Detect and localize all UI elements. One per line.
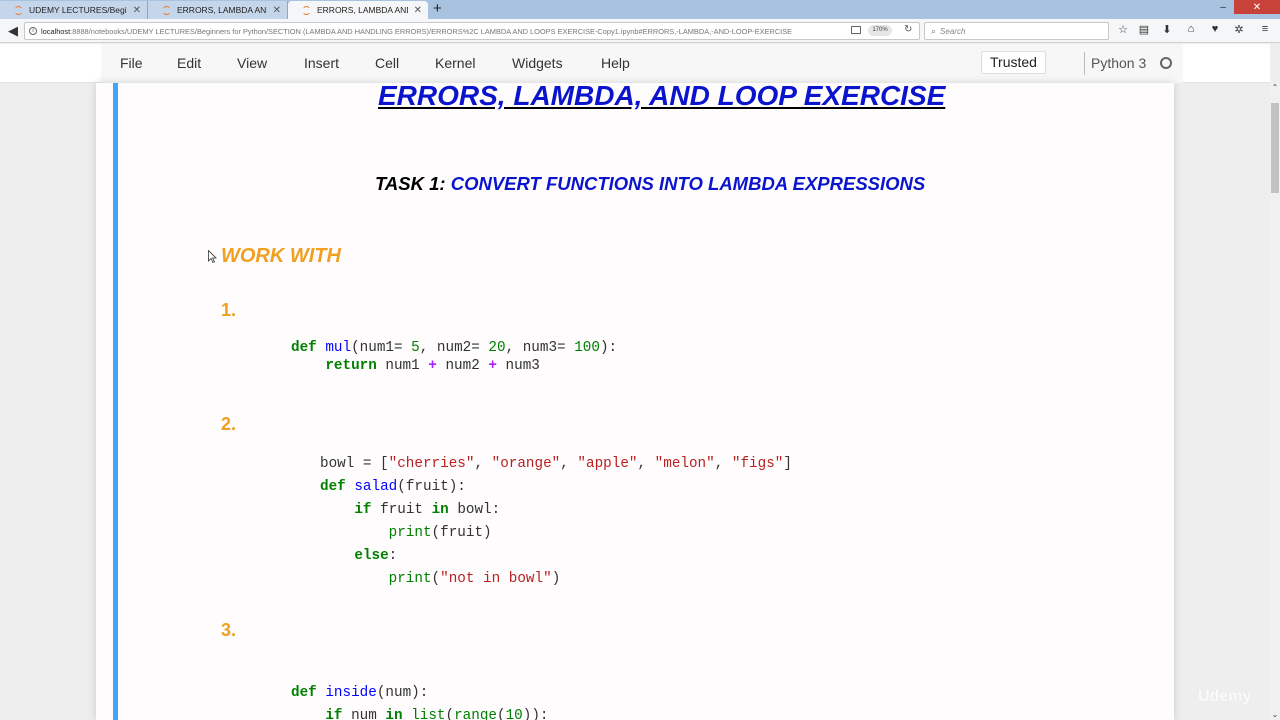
selected-cell-indicator: [113, 83, 118, 720]
code-block-1: def mul(num1= 5, num2= 20, num3= 100): r…: [291, 339, 617, 375]
trusted-indicator[interactable]: Trusted: [981, 51, 1046, 74]
extension-icon[interactable]: ✲: [1232, 23, 1246, 36]
work-with-heading: WORK WITH: [221, 245, 341, 267]
close-tab-icon[interactable]: ✕: [133, 5, 141, 16]
browser-tab[interactable]: UDEMY LECTURES/Beginner ✕: [0, 1, 148, 19]
code-line: def salad(fruit):: [320, 479, 466, 495]
browser-nav-bar: ◀ i localhost :8888/notebooks/UDEMY LECT…: [0, 19, 1280, 43]
zoom-level-badge[interactable]: 170%: [868, 25, 892, 36]
search-input[interactable]: ⌕ Search: [924, 22, 1109, 40]
menu-help[interactable]: Help: [601, 55, 630, 71]
code-block-3: def inside(num): if num in list(range(10…: [291, 682, 549, 720]
code-line: if fruit in bowl:: [354, 502, 501, 518]
tab-label: ERRORS, LAMBDA AND LOO: [177, 5, 267, 15]
new-tab-button[interactable]: +: [433, 1, 442, 17]
item-number-3: 3.: [221, 620, 237, 640]
page-scrollbar[interactable]: ⌃ ⌄: [1270, 83, 1280, 720]
code-block-2: bowl = ["cherries", "orange", "apple", "…: [320, 453, 792, 591]
menu-edit[interactable]: Edit: [177, 55, 201, 71]
clipboard-icon[interactable]: ▤: [1137, 23, 1151, 36]
url-path: :8888/notebooks/UDEMY LECTURES/Beginners…: [70, 26, 793, 36]
pocket-icon[interactable]: ♥: [1208, 23, 1222, 35]
code-line: else:: [354, 548, 398, 564]
task-label: TASK 1:: [375, 173, 446, 194]
home-icon[interactable]: ⌂: [1184, 23, 1198, 35]
reader-view-icon[interactable]: [851, 26, 861, 34]
menu-view[interactable]: View: [237, 55, 267, 71]
menu-cell[interactable]: Cell: [375, 55, 399, 71]
menu-widgets[interactable]: Widgets: [512, 55, 563, 71]
kernel-idle-icon: [1160, 57, 1172, 69]
scroll-up-arrow-icon[interactable]: ⌃: [1270, 83, 1280, 93]
minimize-button[interactable]: –: [1214, 0, 1232, 14]
task-heading: TASK 1: CONVERT FUNCTIONS INTO LAMBDA EX…: [375, 173, 925, 195]
item-number-1: 1.: [221, 300, 237, 320]
url-host: localhost: [41, 26, 71, 36]
code-line: def inside(num):: [291, 685, 429, 701]
jupyter-favicon-icon: [302, 5, 311, 15]
tab-label: UDEMY LECTURES/Beginner: [29, 5, 127, 15]
task-description: CONVERT FUNCTIONS INTO LAMBDA EXPRESSION…: [450, 173, 926, 194]
hamburger-menu-icon[interactable]: ≡: [1258, 23, 1272, 35]
code-line: bowl = ["cherries", "orange", "apple", "…: [320, 456, 792, 472]
kernel-name: Python 3: [1091, 55, 1147, 71]
info-icon[interactable]: i: [29, 27, 37, 35]
code-line: print("not in bowl"): [388, 571, 561, 587]
notebook-title: ERRORS, LAMBDA, AND LOOP EXERCISE: [378, 80, 946, 111]
udemy-watermark: Udemy: [1198, 688, 1252, 705]
item-number-2: 2.: [221, 414, 237, 434]
search-placeholder: Search: [940, 26, 966, 36]
close-tab-icon[interactable]: ✕: [273, 5, 281, 16]
tab-label: ERRORS, LAMBDA AND LOO: [317, 5, 408, 15]
scroll-down-arrow-icon[interactable]: ⌄: [1270, 710, 1280, 720]
back-arrow-icon[interactable]: ◀: [4, 22, 22, 40]
jupyter-favicon-icon: [14, 5, 23, 15]
close-window-button[interactable]: ✕: [1234, 0, 1280, 14]
jupyter-header: File Edit View Insert Cell Kernel Widget…: [0, 44, 1270, 83]
reload-icon[interactable]: ↻: [904, 24, 912, 35]
address-bar[interactable]: i localhost :8888/notebooks/UDEMY LECTUR…: [24, 22, 920, 40]
scrollbar-thumb[interactable]: [1271, 103, 1279, 193]
jupyter-favicon-icon: [162, 5, 171, 15]
browser-tab-strip: UDEMY LECTURES/Beginner ✕ ERRORS, LAMBDA…: [0, 0, 1280, 19]
browser-tab[interactable]: ERRORS, LAMBDA AND LOO ✕: [148, 1, 288, 19]
close-tab-icon[interactable]: ✕: [414, 5, 422, 16]
browser-tab-active[interactable]: ERRORS, LAMBDA AND LOO ✕: [288, 1, 428, 19]
bookmark-star-icon[interactable]: ☆: [1116, 23, 1130, 36]
kernel-separator: [1084, 52, 1085, 75]
code-line: print(fruit): [388, 525, 492, 541]
download-icon[interactable]: ⬇: [1160, 23, 1174, 36]
search-icon: ⌕: [931, 25, 937, 36]
code-line: def mul(num1= 5, num2= 20, num3= 100):: [291, 340, 618, 356]
code-line: if num in list(range(10)):: [325, 708, 549, 720]
menu-kernel[interactable]: Kernel: [435, 55, 475, 71]
code-line: return num1 + num2 + num3: [325, 358, 540, 374]
menu-file[interactable]: File: [120, 55, 143, 71]
menu-insert[interactable]: Insert: [304, 55, 339, 71]
